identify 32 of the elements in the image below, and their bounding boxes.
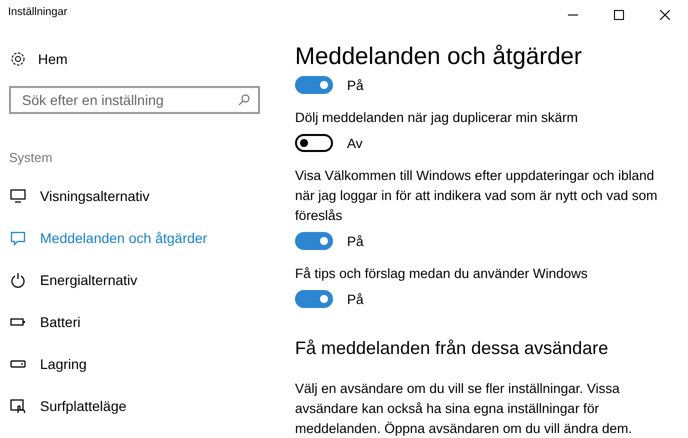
sidebar-item[interactable]: Visningsalternativ	[0, 175, 280, 217]
setting-label: Dölj meddelanden när jag duplicerar min skärm	[295, 109, 579, 127]
search-field[interactable]: Sök efter en inställning	[9, 86, 260, 114]
sidebar-item[interactable]: Batteri	[0, 301, 280, 343]
home-link[interactable]: Hem	[0, 34, 280, 72]
sidebar-item[interactable]: Meddelanden och åtgärder	[0, 217, 280, 259]
page-title: Meddelanden och åtgärder	[295, 42, 583, 72]
speech-bubble-icon	[10, 230, 26, 246]
power-icon	[10, 272, 26, 288]
close-icon[interactable]	[660, 10, 670, 20]
toggle-switch[interactable]	[295, 134, 333, 152]
setting-label: Få tips och förslag medan du använder Windows	[295, 265, 589, 283]
section-heading: Få meddelanden från dessa avsändare	[295, 338, 610, 359]
window-title: Inställningar	[7, 5, 68, 18]
setting-label: Visa Välkommen till Windows efter uppdateringar och ibland när jag loggar in för att indikera vad som är nytt och vad som föreslås	[295, 167, 658, 225]
monitor-icon	[10, 188, 26, 204]
sidebar-item[interactable]: Surfplatteläge	[0, 385, 280, 427]
maximize-icon[interactable]	[614, 10, 624, 20]
toggle-switch[interactable]	[295, 76, 333, 94]
toggle-switch[interactable]	[295, 232, 333, 250]
sidebar-item[interactable]: Lagring	[0, 343, 280, 385]
settings-icon	[10, 51, 26, 67]
description-text: Välj en avsändare om du vill se fler inställningar. Vissa avsändare kan också ha sina egna inställningar för meddelanden. Öppna avsändaren om du vill ändra dem.	[295, 380, 633, 438]
sidebar-item[interactable]: Energialternativ	[0, 259, 280, 301]
search-icon	[238, 94, 250, 106]
toggle-state: På	[347, 234, 364, 248]
toggle-state: Av	[347, 136, 363, 150]
toggle-state: På	[347, 78, 364, 92]
section-heading: System	[9, 150, 54, 165]
toggle-state: På	[347, 292, 364, 306]
toggle-switch[interactable]	[295, 290, 333, 308]
tablet-icon	[10, 398, 26, 414]
